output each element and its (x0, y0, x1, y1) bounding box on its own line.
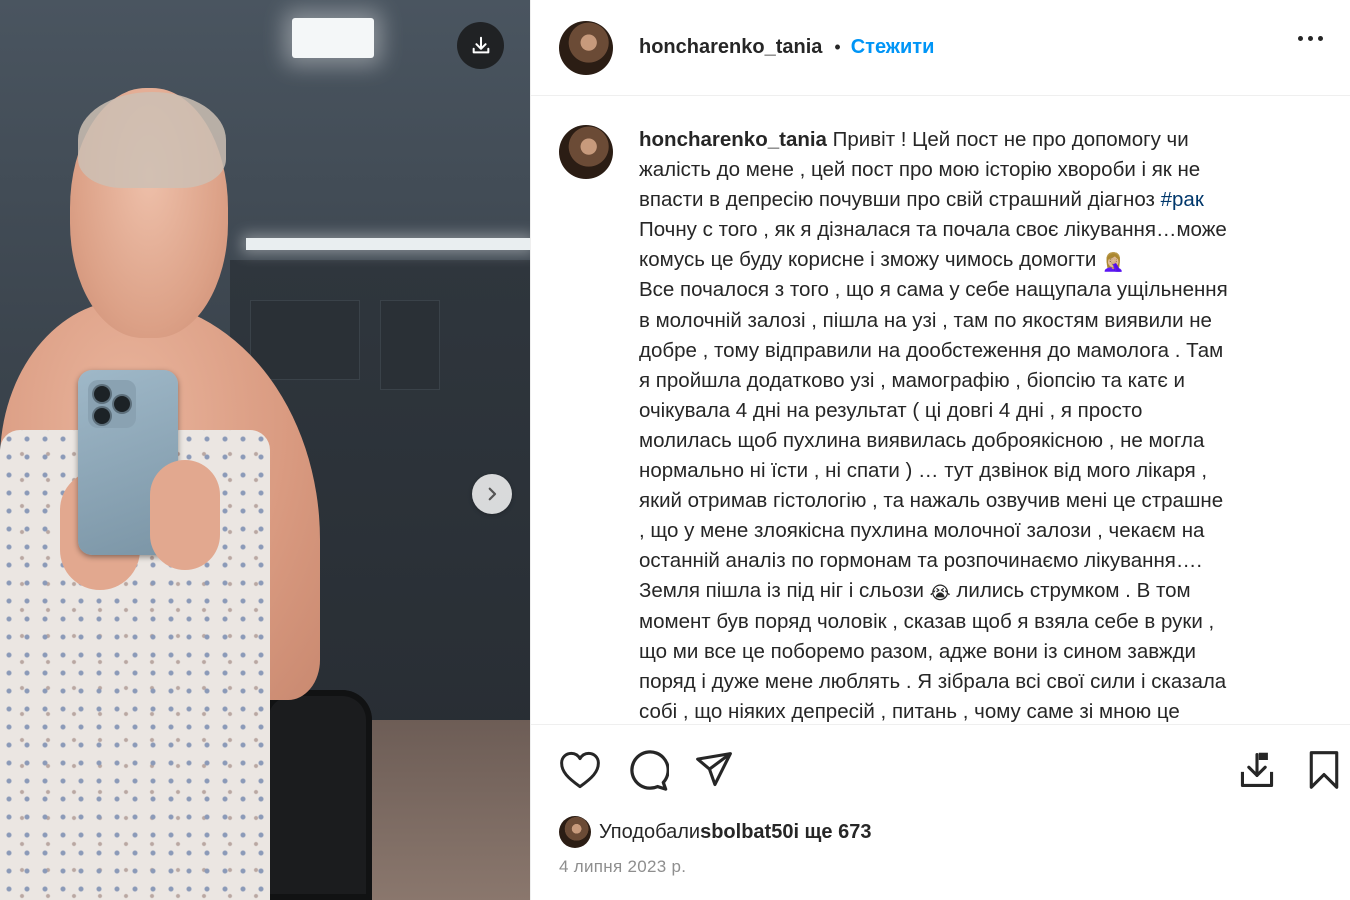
caption-line: молилась щоб пухлина виявилась доброякіс… (639, 428, 1205, 452)
bookmark-icon (1309, 751, 1339, 789)
download-icon (472, 36, 489, 53)
caption-line: Земля пішла із під ніг і сльози 😭 лились… (639, 576, 1319, 606)
like-button[interactable] (559, 750, 601, 795)
more-options-button[interactable] (1298, 36, 1323, 41)
caption-line: добре , тому відправили на дообстеження … (639, 338, 1224, 362)
caption-line: Все почалося з того , що я сама у себе н… (639, 278, 1228, 302)
post-side-panel: honcharenko_tania • Стежити honcharenko_… (530, 0, 1350, 900)
caption-line: що ми все це поборемо разом, адже вони і… (639, 639, 1197, 663)
likes-count[interactable]: і ще 673 (793, 821, 871, 844)
save-to-device-button[interactable] (1237, 750, 1277, 795)
facepalm-emoji-icon: 🤦🏼‍♀️ (1102, 252, 1125, 273)
more-dot-icon (1318, 36, 1323, 41)
photo-shelf (380, 300, 440, 390)
caption-line: жалість до мене , цей пост про мою істор… (639, 158, 1201, 182)
caption-line: комусь це буду корисне і зможу чимось до… (639, 245, 1319, 275)
caption-username[interactable]: honcharenko_tania (639, 128, 827, 151)
next-photo-button[interactable] (472, 474, 512, 514)
more-dot-icon (1298, 36, 1303, 41)
caption-line: собі , що ніяких депресій , питань , чом… (639, 699, 1180, 723)
caption-text: honcharenko_tania Привіт ! Цей пост не п… (639, 125, 1319, 724)
more-dot-icon (1308, 36, 1313, 41)
phone-lens (94, 408, 110, 424)
liker-username[interactable]: sbolbat50 (700, 821, 793, 844)
follow-button[interactable]: Стежити (851, 36, 935, 59)
hashtag-link[interactable]: #рак (1161, 188, 1204, 211)
phone-lens (94, 386, 110, 402)
post-caption: honcharenko_tania Привіт ! Цей пост не п… (531, 97, 1350, 724)
caption-line: нормально ні їсти , ні спати ) … тут дзв… (639, 459, 1208, 483)
caption-line: в молочній залозі , пішла на узі , там п… (639, 308, 1212, 332)
download-button[interactable] (457, 22, 504, 69)
caption-line-text: впасти в депресію почувши про свій страш… (639, 188, 1161, 212)
instagram-post: honcharenko_tania • Стежити honcharenko_… (0, 0, 1350, 900)
post-actions-bar (531, 740, 1350, 800)
likes-summary: Уподобали sbolbat50 і ще 673 (559, 816, 871, 848)
comment-button[interactable] (627, 750, 670, 797)
caption-line: , що у мене злоякісна пухлина молочної з… (639, 519, 1205, 543)
bookmark-button[interactable] (1307, 750, 1341, 795)
caption-line: останній аналіз по гормонам та розпочина… (639, 549, 1203, 573)
caption-line: honcharenko_tania Привіт ! Цей пост не п… (639, 125, 1319, 155)
phone-camera-module (88, 380, 136, 428)
download-icon (1240, 752, 1274, 787)
photo-chair (262, 690, 372, 900)
post-photo[interactable] (0, 0, 530, 900)
photo-shelf (250, 300, 360, 380)
caption-line: поряд і дуже мене люблять . Я зібрала вс… (639, 669, 1227, 693)
caption-line: я пройшла додатково узі , мамографію , б… (639, 368, 1185, 392)
phone-lens (114, 396, 130, 412)
heart-icon (560, 751, 600, 789)
caption-line-text: Земля пішла із під ніг і сльози (639, 579, 930, 603)
send-icon (696, 752, 732, 787)
caption-line: Почну с того , як я дізналася та почала … (639, 218, 1227, 242)
caption-line: момент був поряд чоловік , сказав щоб я … (639, 609, 1215, 633)
caption-line: впасти в депресію почувши про свій страш… (639, 185, 1319, 215)
photo-ceiling-light (292, 18, 374, 58)
comment-icon (630, 750, 670, 791)
liker-avatar[interactable] (559, 816, 591, 848)
caption-line-text: Привіт ! Цей пост не про допомогу чи (832, 128, 1189, 151)
photo-track-light (246, 238, 530, 250)
share-button[interactable] (694, 750, 734, 795)
likes-prefix: Уподобали (599, 820, 701, 843)
header-separator: • (834, 37, 841, 57)
actions-divider (531, 724, 1350, 725)
caption-author-avatar[interactable] (559, 125, 613, 179)
caption-line: який отримав гістологію , та нажаль озву… (639, 489, 1224, 513)
caption-line-text: комусь це буду корисне і зможу чимось до… (639, 248, 1102, 272)
photo-person-hair (78, 92, 226, 188)
chevron-right-icon (488, 487, 497, 501)
post-header: honcharenko_tania • Стежити (531, 0, 1350, 96)
author-username[interactable]: honcharenko_tania (639, 36, 822, 59)
post-date[interactable]: 4 липня 2023 р. (559, 857, 686, 877)
caption-line-text: лились струмком . В том (950, 579, 1191, 603)
photo-person-hand (150, 460, 220, 570)
caption-line: очікувала 4 дні на результат ( ці довгі … (639, 398, 1143, 422)
author-avatar[interactable] (559, 20, 613, 75)
crying-emoji-icon: 😭 (929, 583, 951, 604)
